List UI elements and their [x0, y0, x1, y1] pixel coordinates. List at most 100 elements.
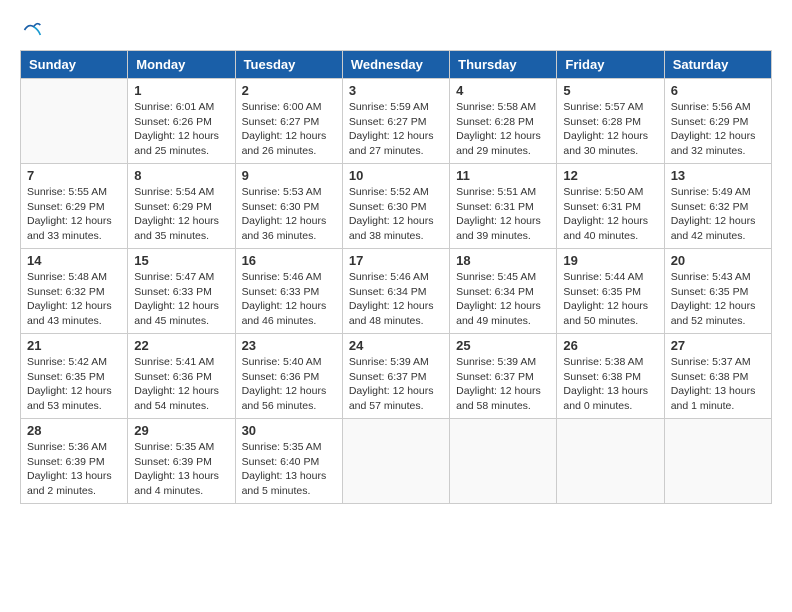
- calendar-cell: 16 Sunrise: 5:46 AM Sunset: 6:33 PM Dayli…: [235, 249, 342, 334]
- cell-day-number: 13: [671, 168, 765, 183]
- cell-day-info: Sunrise: 5:36 AM Sunset: 6:39 PM Dayligh…: [27, 440, 121, 499]
- calendar-cell: 4 Sunrise: 5:58 AM Sunset: 6:28 PM Daylig…: [450, 79, 557, 164]
- calendar-cell: [664, 419, 771, 504]
- calendar-cell: 13 Sunrise: 5:49 AM Sunset: 6:32 PM Dayli…: [664, 164, 771, 249]
- cell-day-info: Sunrise: 5:35 AM Sunset: 6:40 PM Dayligh…: [242, 440, 336, 499]
- calendar-cell: 3 Sunrise: 5:59 AM Sunset: 6:27 PM Daylig…: [342, 79, 449, 164]
- calendar-cell: 30 Sunrise: 5:35 AM Sunset: 6:40 PM Dayli…: [235, 419, 342, 504]
- cell-day-info: Sunrise: 5:45 AM Sunset: 6:34 PM Dayligh…: [456, 270, 550, 329]
- calendar-cell: 22 Sunrise: 5:41 AM Sunset: 6:36 PM Dayli…: [128, 334, 235, 419]
- calendar-day-header: Wednesday: [342, 51, 449, 79]
- page-header: [20, 20, 772, 40]
- calendar-cell: 10Sunrise: 5:52 AM Sunset: 6:30 PM Dayli…: [342, 164, 449, 249]
- calendar-week-row: 28 Sunrise: 5:36 AM Sunset: 6:39 PM Dayli…: [21, 419, 772, 504]
- cell-day-number: 23: [242, 338, 336, 353]
- calendar-cell: 26Sunrise: 5:38 AM Sunset: 6:38 PM Dayli…: [557, 334, 664, 419]
- cell-day-info: Sunrise: 5:40 AM Sunset: 6:36 PM Dayligh…: [242, 355, 336, 414]
- calendar-cell: 7 Sunrise: 5:55 AM Sunset: 6:29 PM Daylig…: [21, 164, 128, 249]
- calendar-cell: 8 Sunrise: 5:54 AM Sunset: 6:29 PM Daylig…: [128, 164, 235, 249]
- calendar-day-header: Saturday: [664, 51, 771, 79]
- calendar-table: SundayMondayTuesdayWednesdayThursdayFrid…: [20, 50, 772, 504]
- cell-day-info: Sunrise: 5:52 AM Sunset: 6:30 PM Dayligh…: [349, 185, 443, 244]
- cell-day-info: Sunrise: 6:00 AM Sunset: 6:27 PM Dayligh…: [242, 100, 336, 159]
- logo-icon: [22, 20, 42, 40]
- cell-day-number: 25: [456, 338, 550, 353]
- cell-day-number: 24: [349, 338, 443, 353]
- calendar-cell: 9Sunrise: 5:53 AM Sunset: 6:30 PM Daylig…: [235, 164, 342, 249]
- cell-day-number: 5: [563, 83, 657, 98]
- cell-day-info: Sunrise: 5:49 AM Sunset: 6:32 PM Dayligh…: [671, 185, 765, 244]
- cell-day-number: 30: [242, 423, 336, 438]
- cell-day-number: 3: [349, 83, 443, 98]
- logo: [20, 20, 42, 40]
- cell-day-info: Sunrise: 5:37 AM Sunset: 6:38 PM Dayligh…: [671, 355, 765, 414]
- calendar-cell: 11Sunrise: 5:51 AM Sunset: 6:31 PM Dayli…: [450, 164, 557, 249]
- cell-day-info: Sunrise: 5:39 AM Sunset: 6:37 PM Dayligh…: [456, 355, 550, 414]
- calendar-week-row: 21 Sunrise: 5:42 AM Sunset: 6:35 PM Dayli…: [21, 334, 772, 419]
- cell-day-number: 28: [27, 423, 121, 438]
- calendar-day-header: Tuesday: [235, 51, 342, 79]
- cell-day-info: Sunrise: 5:39 AM Sunset: 6:37 PM Dayligh…: [349, 355, 443, 414]
- cell-day-info: Sunrise: 5:35 AM Sunset: 6:39 PM Dayligh…: [134, 440, 228, 499]
- cell-day-info: Sunrise: 5:59 AM Sunset: 6:27 PM Dayligh…: [349, 100, 443, 159]
- calendar-cell: 20Sunrise: 5:43 AM Sunset: 6:35 PM Dayli…: [664, 249, 771, 334]
- cell-day-info: Sunrise: 6:01 AM Sunset: 6:26 PM Dayligh…: [134, 100, 228, 159]
- calendar-cell: 5 Sunrise: 5:57 AM Sunset: 6:28 PM Daylig…: [557, 79, 664, 164]
- cell-day-number: 22: [134, 338, 228, 353]
- cell-day-number: 20: [671, 253, 765, 268]
- cell-day-number: 7: [27, 168, 121, 183]
- cell-day-info: Sunrise: 5:56 AM Sunset: 6:29 PM Dayligh…: [671, 100, 765, 159]
- calendar-cell: [450, 419, 557, 504]
- calendar-cell: 15Sunrise: 5:47 AM Sunset: 6:33 PM Dayli…: [128, 249, 235, 334]
- calendar-cell: 23 Sunrise: 5:40 AM Sunset: 6:36 PM Dayli…: [235, 334, 342, 419]
- cell-day-info: Sunrise: 5:50 AM Sunset: 6:31 PM Dayligh…: [563, 185, 657, 244]
- calendar-cell: 25 Sunrise: 5:39 AM Sunset: 6:37 PM Dayli…: [450, 334, 557, 419]
- cell-day-number: 12: [563, 168, 657, 183]
- calendar-day-header: Thursday: [450, 51, 557, 79]
- calendar-cell: 21 Sunrise: 5:42 AM Sunset: 6:35 PM Dayli…: [21, 334, 128, 419]
- cell-day-number: 17: [349, 253, 443, 268]
- calendar-week-row: 7 Sunrise: 5:55 AM Sunset: 6:29 PM Daylig…: [21, 164, 772, 249]
- cell-day-info: Sunrise: 5:42 AM Sunset: 6:35 PM Dayligh…: [27, 355, 121, 414]
- calendar-header-row: SundayMondayTuesdayWednesdayThursdayFrid…: [21, 51, 772, 79]
- cell-day-number: 4: [456, 83, 550, 98]
- calendar-cell: 14 Sunrise: 5:48 AM Sunset: 6:32 PM Dayli…: [21, 249, 128, 334]
- cell-day-number: 1: [134, 83, 228, 98]
- cell-day-number: 11: [456, 168, 550, 183]
- calendar-cell: [342, 419, 449, 504]
- cell-day-info: Sunrise: 5:55 AM Sunset: 6:29 PM Dayligh…: [27, 185, 121, 244]
- cell-day-info: Sunrise: 5:58 AM Sunset: 6:28 PM Dayligh…: [456, 100, 550, 159]
- calendar-cell: 2 Sunrise: 6:00 AM Sunset: 6:27 PM Daylig…: [235, 79, 342, 164]
- cell-day-info: Sunrise: 5:44 AM Sunset: 6:35 PM Dayligh…: [563, 270, 657, 329]
- calendar-cell: [21, 79, 128, 164]
- cell-day-number: 16: [242, 253, 336, 268]
- cell-day-info: Sunrise: 5:57 AM Sunset: 6:28 PM Dayligh…: [563, 100, 657, 159]
- cell-day-number: 15: [134, 253, 228, 268]
- cell-day-info: Sunrise: 5:41 AM Sunset: 6:36 PM Dayligh…: [134, 355, 228, 414]
- calendar-cell: 12 Sunrise: 5:50 AM Sunset: 6:31 PM Dayli…: [557, 164, 664, 249]
- calendar-cell: 17 Sunrise: 5:46 AM Sunset: 6:34 PM Dayli…: [342, 249, 449, 334]
- cell-day-number: 14: [27, 253, 121, 268]
- cell-day-info: Sunrise: 5:48 AM Sunset: 6:32 PM Dayligh…: [27, 270, 121, 329]
- cell-day-number: 8: [134, 168, 228, 183]
- cell-day-number: 19: [563, 253, 657, 268]
- calendar-cell: 19 Sunrise: 5:44 AM Sunset: 6:35 PM Dayli…: [557, 249, 664, 334]
- calendar-cell: 27 Sunrise: 5:37 AM Sunset: 6:38 PM Dayli…: [664, 334, 771, 419]
- calendar-day-header: Friday: [557, 51, 664, 79]
- calendar-cell: 6 Sunrise: 5:56 AM Sunset: 6:29 PM Daylig…: [664, 79, 771, 164]
- calendar-cell: 18Sunrise: 5:45 AM Sunset: 6:34 PM Dayli…: [450, 249, 557, 334]
- cell-day-info: Sunrise: 5:54 AM Sunset: 6:29 PM Dayligh…: [134, 185, 228, 244]
- calendar-cell: 28 Sunrise: 5:36 AM Sunset: 6:39 PM Dayli…: [21, 419, 128, 504]
- cell-day-number: 6: [671, 83, 765, 98]
- cell-day-number: 27: [671, 338, 765, 353]
- calendar-day-header: Monday: [128, 51, 235, 79]
- cell-day-number: 21: [27, 338, 121, 353]
- cell-day-info: Sunrise: 5:46 AM Sunset: 6:33 PM Dayligh…: [242, 270, 336, 329]
- cell-day-number: 29: [134, 423, 228, 438]
- calendar-cell: 29 Sunrise: 5:35 AM Sunset: 6:39 PM Dayli…: [128, 419, 235, 504]
- cell-day-info: Sunrise: 5:46 AM Sunset: 6:34 PM Dayligh…: [349, 270, 443, 329]
- cell-day-number: 2: [242, 83, 336, 98]
- calendar-week-row: 1 Sunrise: 6:01 AM Sunset: 6:26 PM Daylig…: [21, 79, 772, 164]
- calendar-cell: [557, 419, 664, 504]
- calendar-body: 1 Sunrise: 6:01 AM Sunset: 6:26 PM Daylig…: [21, 79, 772, 504]
